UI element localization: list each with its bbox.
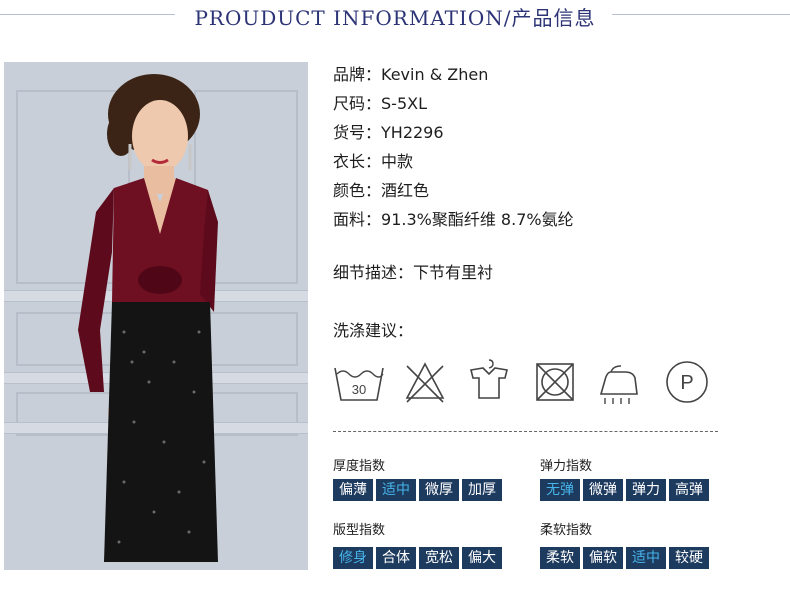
iron-icon <box>599 365 638 404</box>
fit-option-slim: 修身 <box>333 547 373 569</box>
divider <box>333 431 718 432</box>
info-brand: 品牌：Kevin & Zhen <box>333 65 489 84</box>
elasticity-index-options: 无弹 微弹 弹力 高弹 <box>540 479 709 501</box>
fit-index-options: 修身 合体 宽松 偏大 <box>333 547 502 569</box>
no-bleach-icon <box>405 362 445 403</box>
info-fabric: 面料：91.3%聚酯纤维 8.7%氨纶 <box>333 210 574 229</box>
wash-advice-title: 洗涤建议： <box>333 321 414 340</box>
dry-clean-p-icon: P <box>666 361 708 403</box>
thickness-option-medium: 适中 <box>376 479 416 501</box>
info-size: 尺码：S-5XL <box>333 94 427 113</box>
thickness-option-thick: 加厚 <box>462 479 502 501</box>
info-sku: 货号：YH2296 <box>333 123 444 142</box>
elasticity-option-slight: 微弹 <box>583 479 623 501</box>
elasticity-option-high: 高弹 <box>669 479 709 501</box>
thickness-index-options: 偏薄 适中 微厚 加厚 <box>333 479 502 501</box>
info-color: 颜色：酒红色 <box>333 181 430 200</box>
softness-option-soft: 柔软 <box>540 547 580 569</box>
no-tumble-dry-icon <box>536 363 574 401</box>
thickness-option-thin: 偏薄 <box>333 479 373 501</box>
section-title: PROUDUCT INFORMATION/产品信息 <box>194 6 596 30</box>
detail-description: 细节描述：下节有里衬 <box>333 263 494 282</box>
softness-option-medium: 适中 <box>626 547 666 569</box>
thickness-option-slightly-thick: 微厚 <box>419 479 459 501</box>
product-info-list: 品牌：Kevin & Zhen 尺码：S-5XL 货号：YH2296 衣长：中款… <box>333 62 753 236</box>
header-rule-left <box>0 14 175 15</box>
product-photo <box>4 62 308 570</box>
model-figure <box>78 74 218 562</box>
hang-dry-icon <box>470 359 508 399</box>
softness-option-firm: 较硬 <box>669 547 709 569</box>
wash-30-icon: 30 <box>334 367 384 401</box>
fit-option-regular: 合体 <box>376 547 416 569</box>
softness-index-options: 柔软 偏软 适中 较硬 <box>540 547 709 569</box>
svg-text:30: 30 <box>352 382 366 397</box>
info-length: 衣长：中款 <box>333 152 414 171</box>
fit-option-loose: 宽松 <box>419 547 459 569</box>
svg-text:P: P <box>680 372 693 394</box>
elasticity-option-none: 无弹 <box>540 479 580 501</box>
elasticity-index-title: 弹力指数 <box>540 459 593 474</box>
thickness-index-title: 厚度指数 <box>333 459 386 474</box>
elasticity-option-elastic: 弹力 <box>626 479 666 501</box>
fit-index-title: 版型指数 <box>333 523 386 538</box>
softness-index-title: 柔软指数 <box>540 523 593 538</box>
fit-option-oversized: 偏大 <box>462 547 502 569</box>
header-rule-right <box>612 14 790 15</box>
softness-option-slightly-soft: 偏软 <box>583 547 623 569</box>
